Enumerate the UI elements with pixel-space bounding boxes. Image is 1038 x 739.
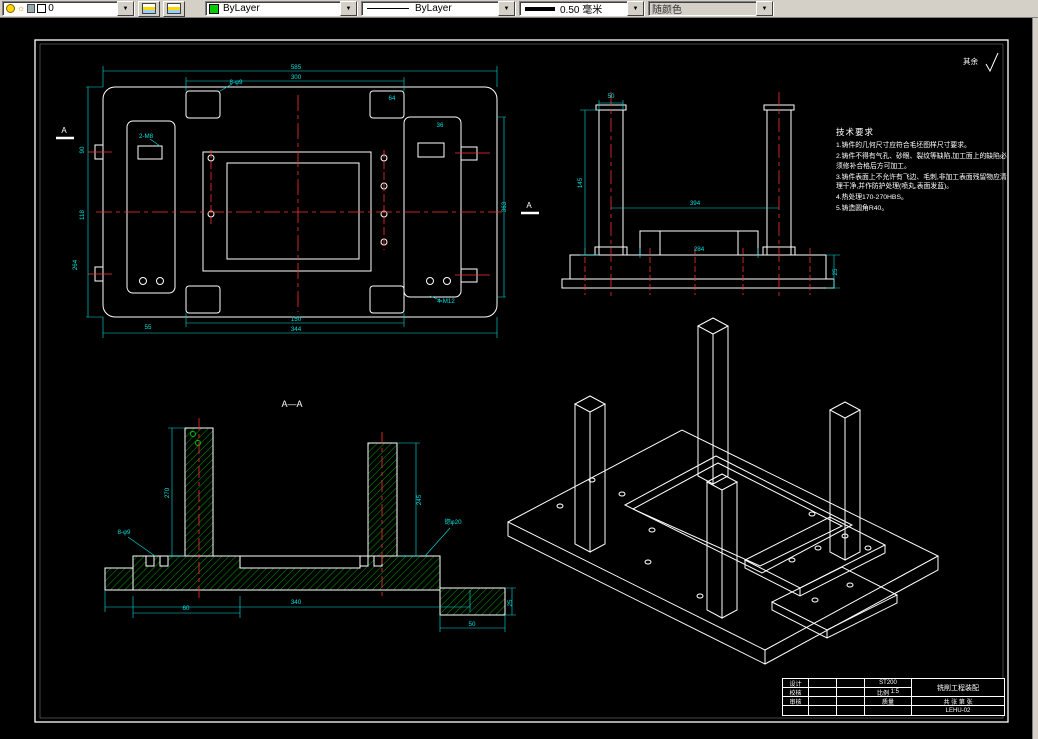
front-dimension-lines (580, 100, 840, 288)
technical-notes: 技术要求 1.铸件的几何尺寸应符合毛坯图样尺寸要求。2.铸件不得有气孔、砂眼、裂… (836, 126, 1008, 215)
tech-notes-title: 技术要求 (836, 126, 1008, 138)
dimension-text: 25 (832, 268, 839, 275)
titleblock-scale-label: 比例 (877, 688, 889, 697)
dimension-text: 145 (577, 177, 584, 188)
dimension-text: 8-φ9 (118, 529, 132, 536)
chevron-down-icon[interactable]: ▼ (627, 1, 644, 16)
sun-freeze-icon: ☼ (17, 5, 25, 12)
layer-previous-icon (167, 3, 181, 14)
plotstyle-value-label: 随颜色 (652, 1, 682, 16)
dimension-text: 270 (164, 487, 171, 498)
dimension-text: 363 (501, 201, 508, 212)
section-marker-a2: A (521, 201, 539, 213)
dimension-text: 150 (291, 316, 302, 323)
color-control-dropdown[interactable]: ByLayer ▼ (205, 1, 358, 16)
current-color-swatch (209, 4, 219, 14)
dimension-text: 8-φ9 (230, 79, 244, 86)
titleblock-blank (809, 697, 837, 706)
drawing-canvas[interactable]: A—A 其余 A A 585 300 64 36 90 118 264 363 344 150 55… (0, 18, 1032, 739)
section-marker-letter: A (61, 126, 67, 135)
dimension-text: 55 (145, 324, 152, 331)
layer-control-dropdown[interactable]: ☼ 0 ▼ (2, 1, 135, 16)
titleblock-label-design: 设计 (783, 679, 809, 688)
dimension-text: 585 (291, 64, 302, 71)
dimension-text: 340 (291, 599, 302, 606)
linetype-sample-icon (367, 8, 409, 9)
dimension-text: 50 (608, 93, 615, 100)
tech-note-line: 3.铸件表面上不允许有飞边、毛刺,非加工表面残留物应清理干净,并作防护处理(喷丸… (836, 173, 1008, 193)
tech-note-line: 2.铸件不得有气孔、砂眼、裂纹等缺陷,加工面上的缺陷必须修补合格后方可加工。 (836, 152, 1008, 172)
titleblock-blank (837, 706, 865, 715)
chevron-down-icon: ▼ (756, 1, 773, 16)
dimension-text: 4-M12 (437, 298, 455, 305)
surface-finish-symbol-icon (986, 53, 998, 71)
titleblock-material: ST200 (865, 679, 912, 688)
titleblock-blank (837, 688, 865, 697)
lineweight-value-label: 0.50 毫米 (560, 1, 602, 16)
chevron-down-icon[interactable]: ▼ (498, 1, 515, 16)
linetype-value-label: ByLayer (415, 3, 452, 14)
make-object-layer-current-button[interactable] (138, 1, 160, 17)
dimension-text: 118 (79, 210, 86, 220)
lock-icon (27, 4, 35, 13)
dimension-text: 245 (416, 494, 423, 505)
dimension-text: 60 (183, 605, 190, 612)
titleblock-blank (809, 688, 837, 697)
titleblock-label-audit: 审核 (783, 697, 809, 706)
color-value-label: ByLayer (223, 3, 260, 14)
dimension-text: 90 (79, 146, 86, 153)
dimension-text: 2-M8 (139, 133, 154, 140)
dimension-text: 25 (507, 599, 514, 606)
tech-note-line: 1.铸件的几何尺寸应符合毛坯图样尺寸要求。 (836, 141, 1008, 151)
titleblock-label-check: 校核 (783, 688, 809, 697)
chevron-down-icon[interactable]: ▼ (340, 1, 357, 16)
linetype-control-dropdown[interactable]: ByLayer ▼ (361, 1, 516, 16)
titleblock-scale-value: 1:5 (891, 689, 899, 695)
dimension-text: 284 (694, 246, 705, 253)
layers-icon (142, 3, 156, 14)
section-marker-letter: A (526, 201, 532, 210)
tech-note-line: 5.铸造圆角R40。 (836, 204, 1008, 214)
layer-color-swatch (37, 4, 46, 13)
tech-notes-list: 1.铸件的几何尺寸应符合毛坯图样尺寸要求。2.铸件不得有气孔、砂眼、裂纹等缺陷,… (836, 141, 1008, 214)
layer-previous-button[interactable] (163, 1, 185, 17)
lightbulb-icon (6, 4, 15, 13)
tech-note-line: 4.热处理170-270HBS。 (836, 193, 1008, 203)
isometric-view[interactable] (508, 318, 938, 664)
section-marker-a1: A (56, 126, 74, 138)
titleblock-blank (865, 706, 912, 715)
front-view[interactable] (562, 105, 834, 288)
dimension-text: 36 (437, 122, 444, 129)
cad-application-window: ☼ 0 ▼ ByLayer ▼ ByLayer ▼ 0.50 毫米 ▼ (0, 0, 1038, 739)
object-properties-toolbar: ☼ 0 ▼ ByLayer ▼ ByLayer ▼ 0.50 毫米 ▼ (0, 0, 1038, 18)
chevron-down-icon[interactable]: ▼ (117, 1, 134, 16)
titleblock-blank (837, 697, 865, 706)
front-centerlines (585, 92, 810, 298)
titleblock-mass-label: 质量 (865, 697, 912, 706)
dimension-text: 50 (469, 621, 476, 628)
layer-name-label: 0 (48, 3, 54, 14)
titleblock-blank (809, 706, 837, 715)
dimension-text: 锪φ20 (444, 518, 462, 526)
titleblock-sheet-info: 共 张 第 张 (912, 697, 1004, 706)
surface-finish-note: 其余 (963, 56, 978, 66)
dimension-text: 64 (389, 95, 396, 102)
titleblock-scale: 比例 1:5 (865, 688, 912, 697)
plotstyle-control-dropdown: 随颜色 ▼ (648, 1, 774, 16)
section-label: A—A (281, 399, 302, 409)
lineweight-sample-icon (525, 7, 555, 11)
dimension-text: 394 (690, 200, 701, 207)
titleblock-drawing-name: 铣削工程装配 (912, 679, 1004, 697)
titleblock-drawing-number: LEHU-02 (912, 706, 1004, 715)
dimension-text: 300 (291, 74, 302, 81)
titleblock-blank (783, 706, 809, 715)
titleblock-blank (837, 679, 865, 688)
titleblock-blank (809, 679, 837, 688)
dimension-text: 264 (72, 259, 79, 270)
vertical-scrollbar[interactable] (1032, 18, 1038, 739)
dimension-text: 344 (291, 326, 302, 333)
title-block: 设计 ST200 铣削工程装配 校核 比例 1:5 审核 质量 共 张 第 张 … (782, 678, 1005, 716)
lineweight-control-dropdown[interactable]: 0.50 毫米 ▼ (519, 1, 645, 16)
